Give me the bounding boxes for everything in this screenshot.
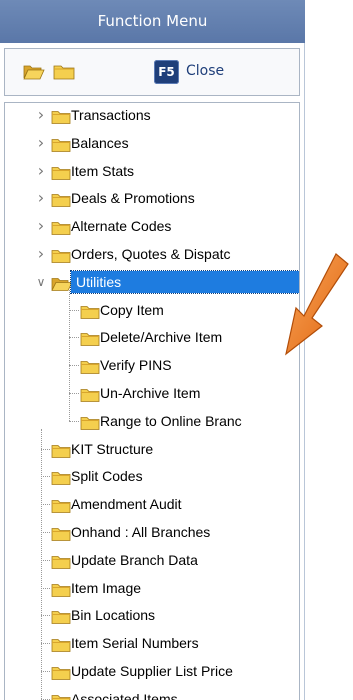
tree-connector-line [41,559,50,561]
tree-item-label: Copy Item [100,301,164,318]
f5-key-icon[interactable]: F5 [154,60,179,84]
tree-connector-line [69,337,79,339]
tree-item-label: KIT Structure [71,440,154,457]
tree-item[interactable]: › Alternate Codes [5,214,299,239]
tree-item-label: Bin Locations [71,607,156,624]
tree-item-label: Transactions [71,107,151,123]
tree-item[interactable]: › Orders, Quotes & Dispatc [5,242,299,267]
folder-icon [51,609,71,628]
tree-item[interactable]: Un-Archive Item [5,381,299,406]
folder-icon [51,693,71,700]
folder-icon [51,526,71,545]
folder-icon [51,498,71,517]
folder-icon [51,554,71,573]
tree-item[interactable]: Verify PINS [5,353,299,378]
chevron-right-icon[interactable]: › [33,131,49,155]
tree-connector-line [41,587,50,589]
tree-item[interactable]: › Balances [5,131,299,156]
chevron-right-icon[interactable]: › [33,159,49,183]
tree-connector-line [41,532,50,533]
chevron-down-icon[interactable]: ∨ [33,270,49,294]
tree-item[interactable]: › Deals & Promotions [5,186,299,211]
tree-connector-line [69,420,79,422]
tree-item-label: Range to Online Branc [100,412,242,429]
tree-item-label: Un-Archive Item [100,385,201,401]
tree-item[interactable]: › Item Stats [5,159,299,184]
folder-icon [51,443,71,462]
chevron-right-icon[interactable]: › [33,242,49,266]
folder-icon [80,387,100,406]
tree-item-label: Utilities [70,269,299,294]
folder-icon [51,582,71,601]
tree-item[interactable]: Copy Item [5,298,299,323]
tree-item-selected[interactable]: ∨ Utilities [5,269,299,294]
folder-icon [51,165,71,184]
chevron-right-icon[interactable]: › [33,186,49,210]
tree-connector-line [69,289,70,421]
tree-connector-line [41,671,50,672]
tree-item-label: Item Image [71,579,142,596]
tree-item[interactable]: Delete/Archive Item [5,325,299,350]
tree-item-label: Balances [71,134,129,151]
close-button[interactable]: Close [186,63,224,79]
orange-arrow-icon [282,250,352,369]
panel-title: Function Menu [0,0,305,43]
tree-item-label: Update Supplier List Price [71,663,233,679]
tree-item-label: Alternate Codes [71,218,172,235]
toolbar: F5 Close [4,48,300,96]
folder-icon [80,415,100,434]
folder-icon [51,248,71,267]
tree-connector-line [41,428,42,700]
folder-icon [51,109,71,128]
folder-icon [51,637,71,656]
tree-item-label: Associated Items [71,690,178,700]
tree-connector-line [69,309,79,311]
folder-icon [51,137,71,156]
tree-item-label: Delete/Archive Item [100,329,223,346]
folder-icon [51,192,71,211]
folder-icon [51,470,71,489]
tree-connector-line [41,476,50,478]
tree-item-label: Orders, Quotes & Dispatc [71,246,231,262]
tree-item-label: Update Branch Data [71,551,198,568]
tree-item[interactable]: › Transactions [5,103,299,128]
open-folder-icon[interactable] [23,64,45,84]
folder-icon [51,665,71,684]
folder-icon[interactable] [53,64,75,84]
tree-item-label: Deals & Promotions [71,190,195,207]
tree-connector-line [41,504,50,506]
tree-item-label: Onhand : All Branches [71,524,211,540]
tree-connector-line [41,448,50,450]
folder-icon [51,220,71,239]
chevron-right-icon[interactable]: › [33,214,49,238]
tree-item-label: Verify PINS [100,357,172,374]
tree-connector-line [41,643,50,645]
folder-icon [80,359,100,378]
folder-icon [80,331,100,350]
tree-connector-line [41,615,50,617]
tree-connector-line [69,365,79,367]
tree-connector-line [69,393,79,394]
function-tree: › Transactions › Balances › Item Stats › Deals … [4,102,300,700]
tree-item[interactable]: Range to Online Branc [5,409,299,434]
function-menu-panel: Function Menu F5 Close › Transactions › Bal… [0,0,305,700]
tree-item-label: Amendment Audit [71,496,182,513]
chevron-right-icon[interactable]: › [33,103,49,127]
tree-item-label: Split Codes [71,468,143,485]
tree-item-label: Item Stats [71,162,135,179]
folder-icon [80,304,100,323]
tree-item-label: Item Serial Numbers [71,635,199,652]
